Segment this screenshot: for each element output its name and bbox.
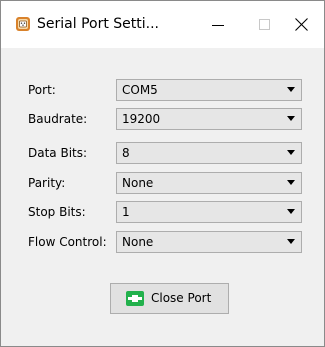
baudrate-value: 19200 [122,112,161,126]
chevron-down-icon [287,116,295,121]
chevron-down-icon [287,209,295,214]
baudrate-label: Baudrate: [28,112,88,126]
minimize-icon [212,24,224,26]
chevron-down-icon [287,180,295,185]
stop-bits-label: Stop Bits: [28,205,86,219]
close-port-button[interactable]: Close Port [110,283,229,314]
title-bar[interactable]: Serial Port Setti... [1,1,324,48]
setting-row-stop-bits: Stop Bits: 1 [1,201,324,223]
port-select[interactable]: COM5 [116,79,302,101]
setting-row-baudrate: Baudrate: 19200 [1,108,324,130]
maximize-icon [258,19,270,30]
data-bits-select[interactable]: 8 [116,142,302,164]
close-port-label: Close Port [151,291,212,305]
minimize-button[interactable] [195,1,241,48]
flow-control-select[interactable]: None [116,231,302,253]
serial-port-settings-window: Serial Port Setti... Port: COM5 Baudrate… [0,0,325,347]
port-value: COM5 [122,83,158,97]
plug-connected-icon [126,291,144,306]
stop-bits-value: 1 [122,205,130,219]
stop-bits-select[interactable]: 1 [116,201,302,223]
setting-row-data-bits: Data Bits: 8 [1,142,324,164]
parity-label: Parity: [28,176,66,190]
window-title: Serial Port Setti... [37,16,159,32]
flow-control-value: None [122,235,154,249]
settings-panel: Port: COM5 Baudrate: 19200 Data Bits: 8 … [1,48,324,346]
setting-row-parity: Parity: None [1,172,324,194]
setting-row-flow-control: Flow Control: None [1,231,324,253]
chevron-down-icon [287,87,295,92]
baudrate-select[interactable]: 19200 [116,108,302,130]
parity-select[interactable]: None [116,172,302,194]
data-bits-label: Data Bits: [28,146,88,160]
port-label: Port: [28,83,56,97]
close-window-button[interactable] [278,1,324,48]
data-bits-value: 8 [122,146,130,160]
flow-control-label: Flow Control: [28,235,107,249]
serial-port-chip-icon [16,17,30,31]
parity-value: None [122,176,154,190]
close-icon [294,18,308,31]
chevron-down-icon [287,239,295,244]
setting-row-port: Port: COM5 [1,79,324,101]
chevron-down-icon [287,150,295,155]
